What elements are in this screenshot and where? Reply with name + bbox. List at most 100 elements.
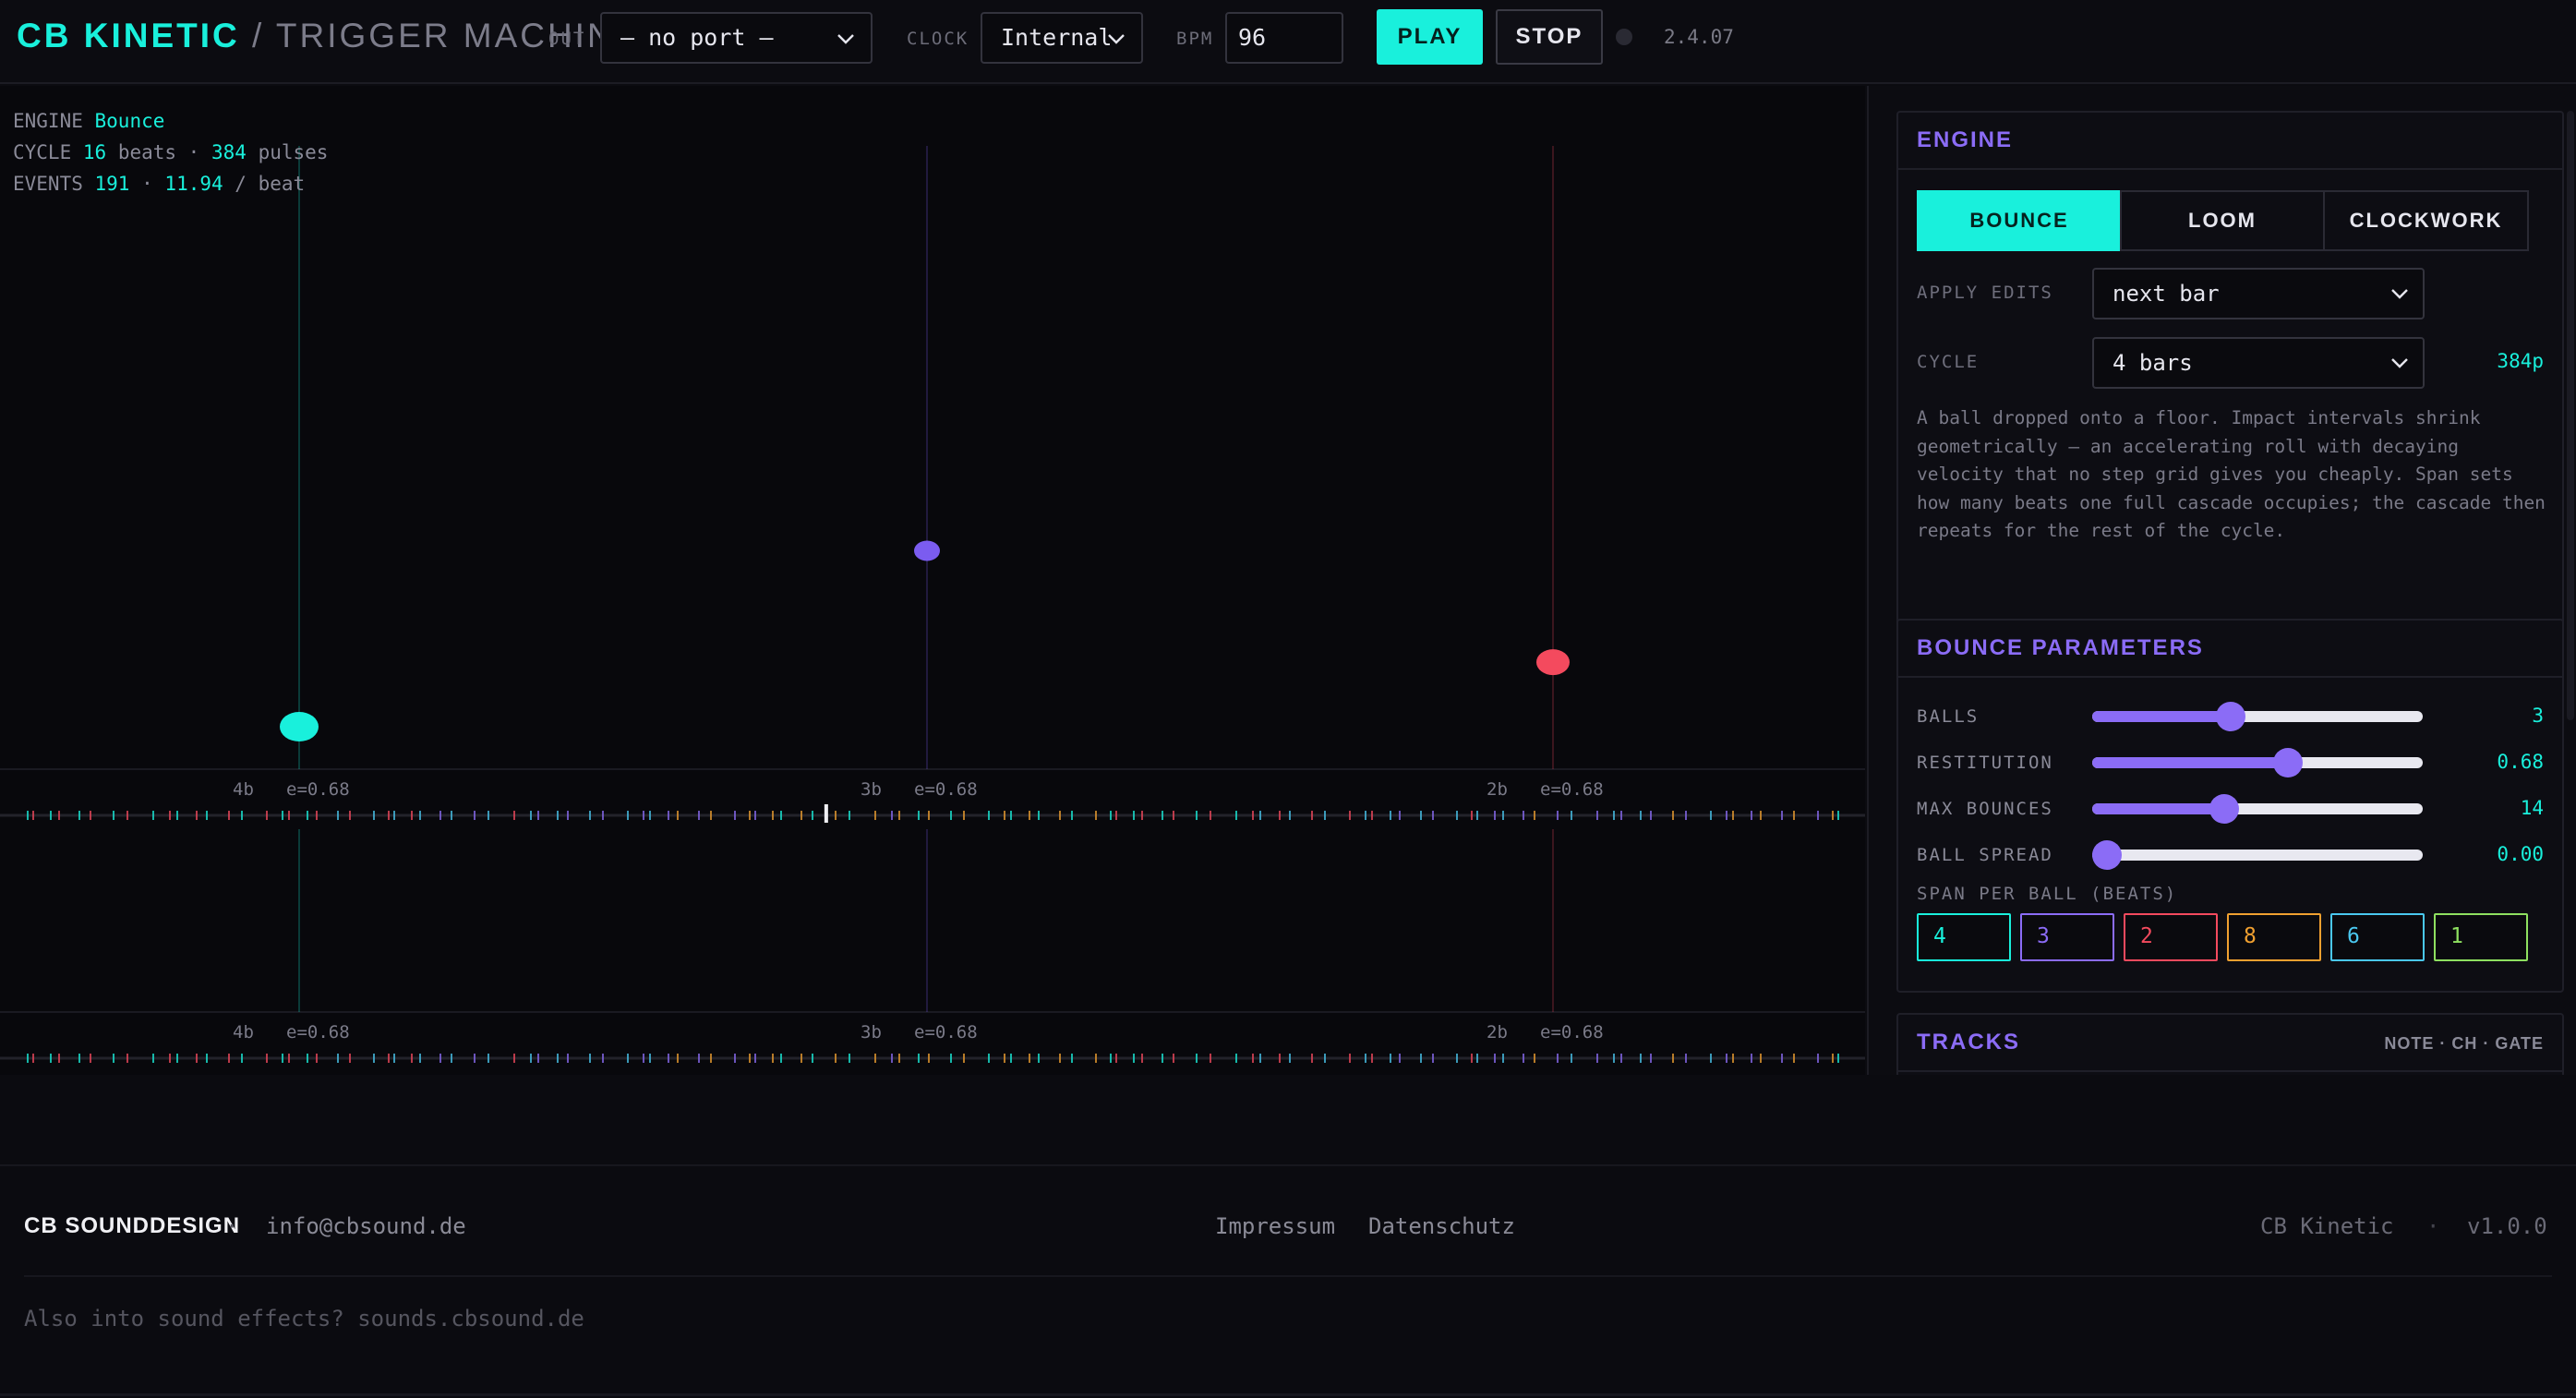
- footer-product: CB Kinetic: [2260, 1213, 2394, 1239]
- bounce-visualization: 4b e=0.68 4b e=0.68 3b e=0.68 3b e=0.68 2b e=0.68…: [0, 86, 1865, 1075]
- cycle-pulses-value: 384p: [2497, 350, 2544, 372]
- param-label-balls: BALLS: [1917, 706, 1980, 727]
- apply-edits-value: next bar: [2113, 281, 2220, 307]
- stat-cycle-pulses: 384: [211, 141, 247, 163]
- ball-restitution-label: e=0.68: [286, 1022, 350, 1042]
- param-label-max-bounces: MAX BOUNCES: [1917, 799, 2053, 819]
- stat-cycle-beats-unit: beats ·: [117, 141, 200, 163]
- footer-company: CB SOUNDDESIGN: [24, 1213, 241, 1238]
- panel-scrollbar[interactable]: [2567, 111, 2574, 720]
- stat-engine: ENGINE Bounce: [13, 110, 164, 132]
- footer-separator: ·: [2426, 1213, 2440, 1239]
- bpm-label: BPM: [1176, 29, 1214, 49]
- clock-value: Internal: [1001, 24, 1113, 51]
- tracks-columns-label: NOTE · CH · GATE: [2384, 1034, 2544, 1053]
- bpm-input[interactable]: 96: [1225, 12, 1343, 64]
- param-slider-max-bounces[interactable]: [2092, 794, 2423, 824]
- stat-events-sep: ·: [141, 173, 153, 195]
- param-value-restitution: 0.68: [2497, 751, 2544, 773]
- brand-logo: CB KINETIC / TRIGGER MACHINE: [17, 17, 640, 55]
- tracks-card-header: TRACKS NOTE · CH · GATE: [1898, 1015, 2562, 1072]
- cycle-select[interactable]: 4 bars: [2092, 337, 2425, 389]
- bounce-parameters-card: BOUNCE PARAMETERS BALLS 3 RESTITUTION 0.68 M…: [1896, 619, 2564, 993]
- tracks-card: TRACKS NOTE · CH · GATE: [1896, 1013, 2564, 1075]
- param-value-ball-spread: 0.00: [2497, 843, 2544, 865]
- ball-restitution-label: e=0.68: [914, 1022, 978, 1042]
- footer: CB SOUNDDESIGN · info@cbsound.de Impress…: [0, 1075, 2576, 1398]
- span-input-ball-1[interactable]: 4: [1917, 913, 2011, 961]
- footer-divider: [0, 1164, 2576, 1166]
- top-bar: CB KINETIC / TRIGGER MACHINE OUT — no po…: [0, 0, 2576, 84]
- span-input-ball-5[interactable]: 6: [2330, 913, 2425, 961]
- stat-cycle: CYCLE 16 beats · 384 pulses: [13, 141, 328, 163]
- param-label-restitution: RESTITUTION: [1917, 753, 2053, 773]
- param-slider-restitution[interactable]: [2092, 748, 2423, 777]
- out-port-value: — no port —: [620, 24, 774, 51]
- stat-engine-label: ENGINE: [13, 110, 83, 132]
- footer-impressum-link[interactable]: Impressum: [1215, 1213, 1335, 1239]
- stat-cycle-beats: 16: [82, 141, 107, 163]
- engine-card-title: ENGINE: [1917, 127, 2014, 152]
- engine-card-header: ENGINE: [1898, 113, 2562, 170]
- slider-knob[interactable]: [2215, 702, 2245, 731]
- ball-1: [280, 712, 319, 741]
- stat-engine-value: Bounce: [94, 110, 165, 132]
- mode-clockwork-button[interactable]: CLOCKWORK: [2323, 190, 2529, 251]
- engine-card: ENGINE BOUNCE LOOM CLOCKWORK APPLY EDITS…: [1896, 111, 2564, 678]
- cycle-label: CYCLE: [1917, 352, 1980, 372]
- apply-edits-label: APPLY EDITS: [1917, 283, 2053, 303]
- stat-cycle-label: CYCLE: [13, 141, 72, 163]
- stop-button[interactable]: STOP: [1496, 9, 1603, 65]
- slider-fill: [2092, 803, 2225, 814]
- slider-fill: [2092, 711, 2231, 722]
- chevron-down-icon: [837, 34, 854, 44]
- brand-primary: CB KINETIC: [17, 17, 240, 54]
- ball-span-label: 4b: [233, 1022, 254, 1042]
- mode-loom-button[interactable]: LOOM: [2120, 190, 2325, 251]
- ball-span-label: 3b: [861, 779, 882, 800]
- param-slider-ball-spread[interactable]: [2092, 840, 2423, 870]
- slider-knob[interactable]: [2092, 840, 2122, 870]
- stat-events-rate: 11.94: [164, 173, 223, 195]
- ball-span-label: 2b: [1487, 1022, 1508, 1042]
- footer-bottom-border: [0, 1393, 2576, 1396]
- stat-cycle-pulses-unit: pulses: [258, 141, 329, 163]
- stat-events: EVENTS 191 · 11.94 / beat: [13, 173, 305, 195]
- chevron-down-icon: [1108, 34, 1125, 44]
- clock-label: CLOCK: [907, 29, 969, 49]
- bounce-card-title: BOUNCE PARAMETERS: [1917, 635, 2204, 660]
- footer-version: v1.0.0: [2467, 1213, 2547, 1239]
- ball-2: [914, 540, 940, 561]
- clock-select[interactable]: Internal: [981, 12, 1143, 64]
- status-indicator: [1616, 29, 1632, 45]
- span-input-ball-2[interactable]: 3: [2020, 913, 2114, 961]
- span-input-ball-6[interactable]: 1: [2434, 913, 2528, 961]
- slider-knob[interactable]: [2209, 794, 2240, 824]
- footer-datenschutz-link[interactable]: Datenschutz: [1368, 1213, 1515, 1239]
- stat-events-rate-unit: / beat: [235, 173, 306, 195]
- play-button[interactable]: PLAY: [1377, 9, 1483, 65]
- footer-email-link[interactable]: info@cbsound.de: [266, 1213, 466, 1239]
- chevron-down-icon: [2391, 289, 2408, 299]
- slider-knob[interactable]: [2272, 748, 2303, 777]
- mode-bounce-button[interactable]: BOUNCE: [1917, 190, 2122, 251]
- param-label-ball-spread: BALL SPREAD: [1917, 845, 2053, 865]
- apply-edits-select[interactable]: next bar: [2092, 268, 2425, 319]
- param-slider-balls[interactable]: [2092, 702, 2423, 731]
- ball-restitution-label: e=0.68: [1540, 779, 1604, 800]
- ball-span-label: 4b: [233, 779, 254, 800]
- param-value-max-bounces: 14: [2520, 797, 2544, 819]
- side-panel: ENGINE BOUNCE LOOM CLOCKWORK APPLY EDITS…: [1867, 86, 2576, 1075]
- chevron-down-icon: [2391, 358, 2408, 368]
- ball-restitution-label: e=0.68: [1540, 1022, 1604, 1042]
- out-label: OUT: [548, 29, 586, 49]
- param-value-balls: 3: [2532, 705, 2544, 727]
- tracks-card-title: TRACKS: [1917, 1030, 2020, 1055]
- ball-span-label: 3b: [861, 1022, 882, 1042]
- footer-tagline-link[interactable]: Also into sound effects? sounds.cbsound.…: [24, 1306, 584, 1332]
- ball-restitution-label: e=0.68: [286, 779, 350, 800]
- out-port-select[interactable]: — no port —: [600, 12, 873, 64]
- ball-3: [1536, 649, 1570, 676]
- span-input-ball-3[interactable]: 2: [2124, 913, 2218, 961]
- span-input-ball-4[interactable]: 8: [2227, 913, 2321, 961]
